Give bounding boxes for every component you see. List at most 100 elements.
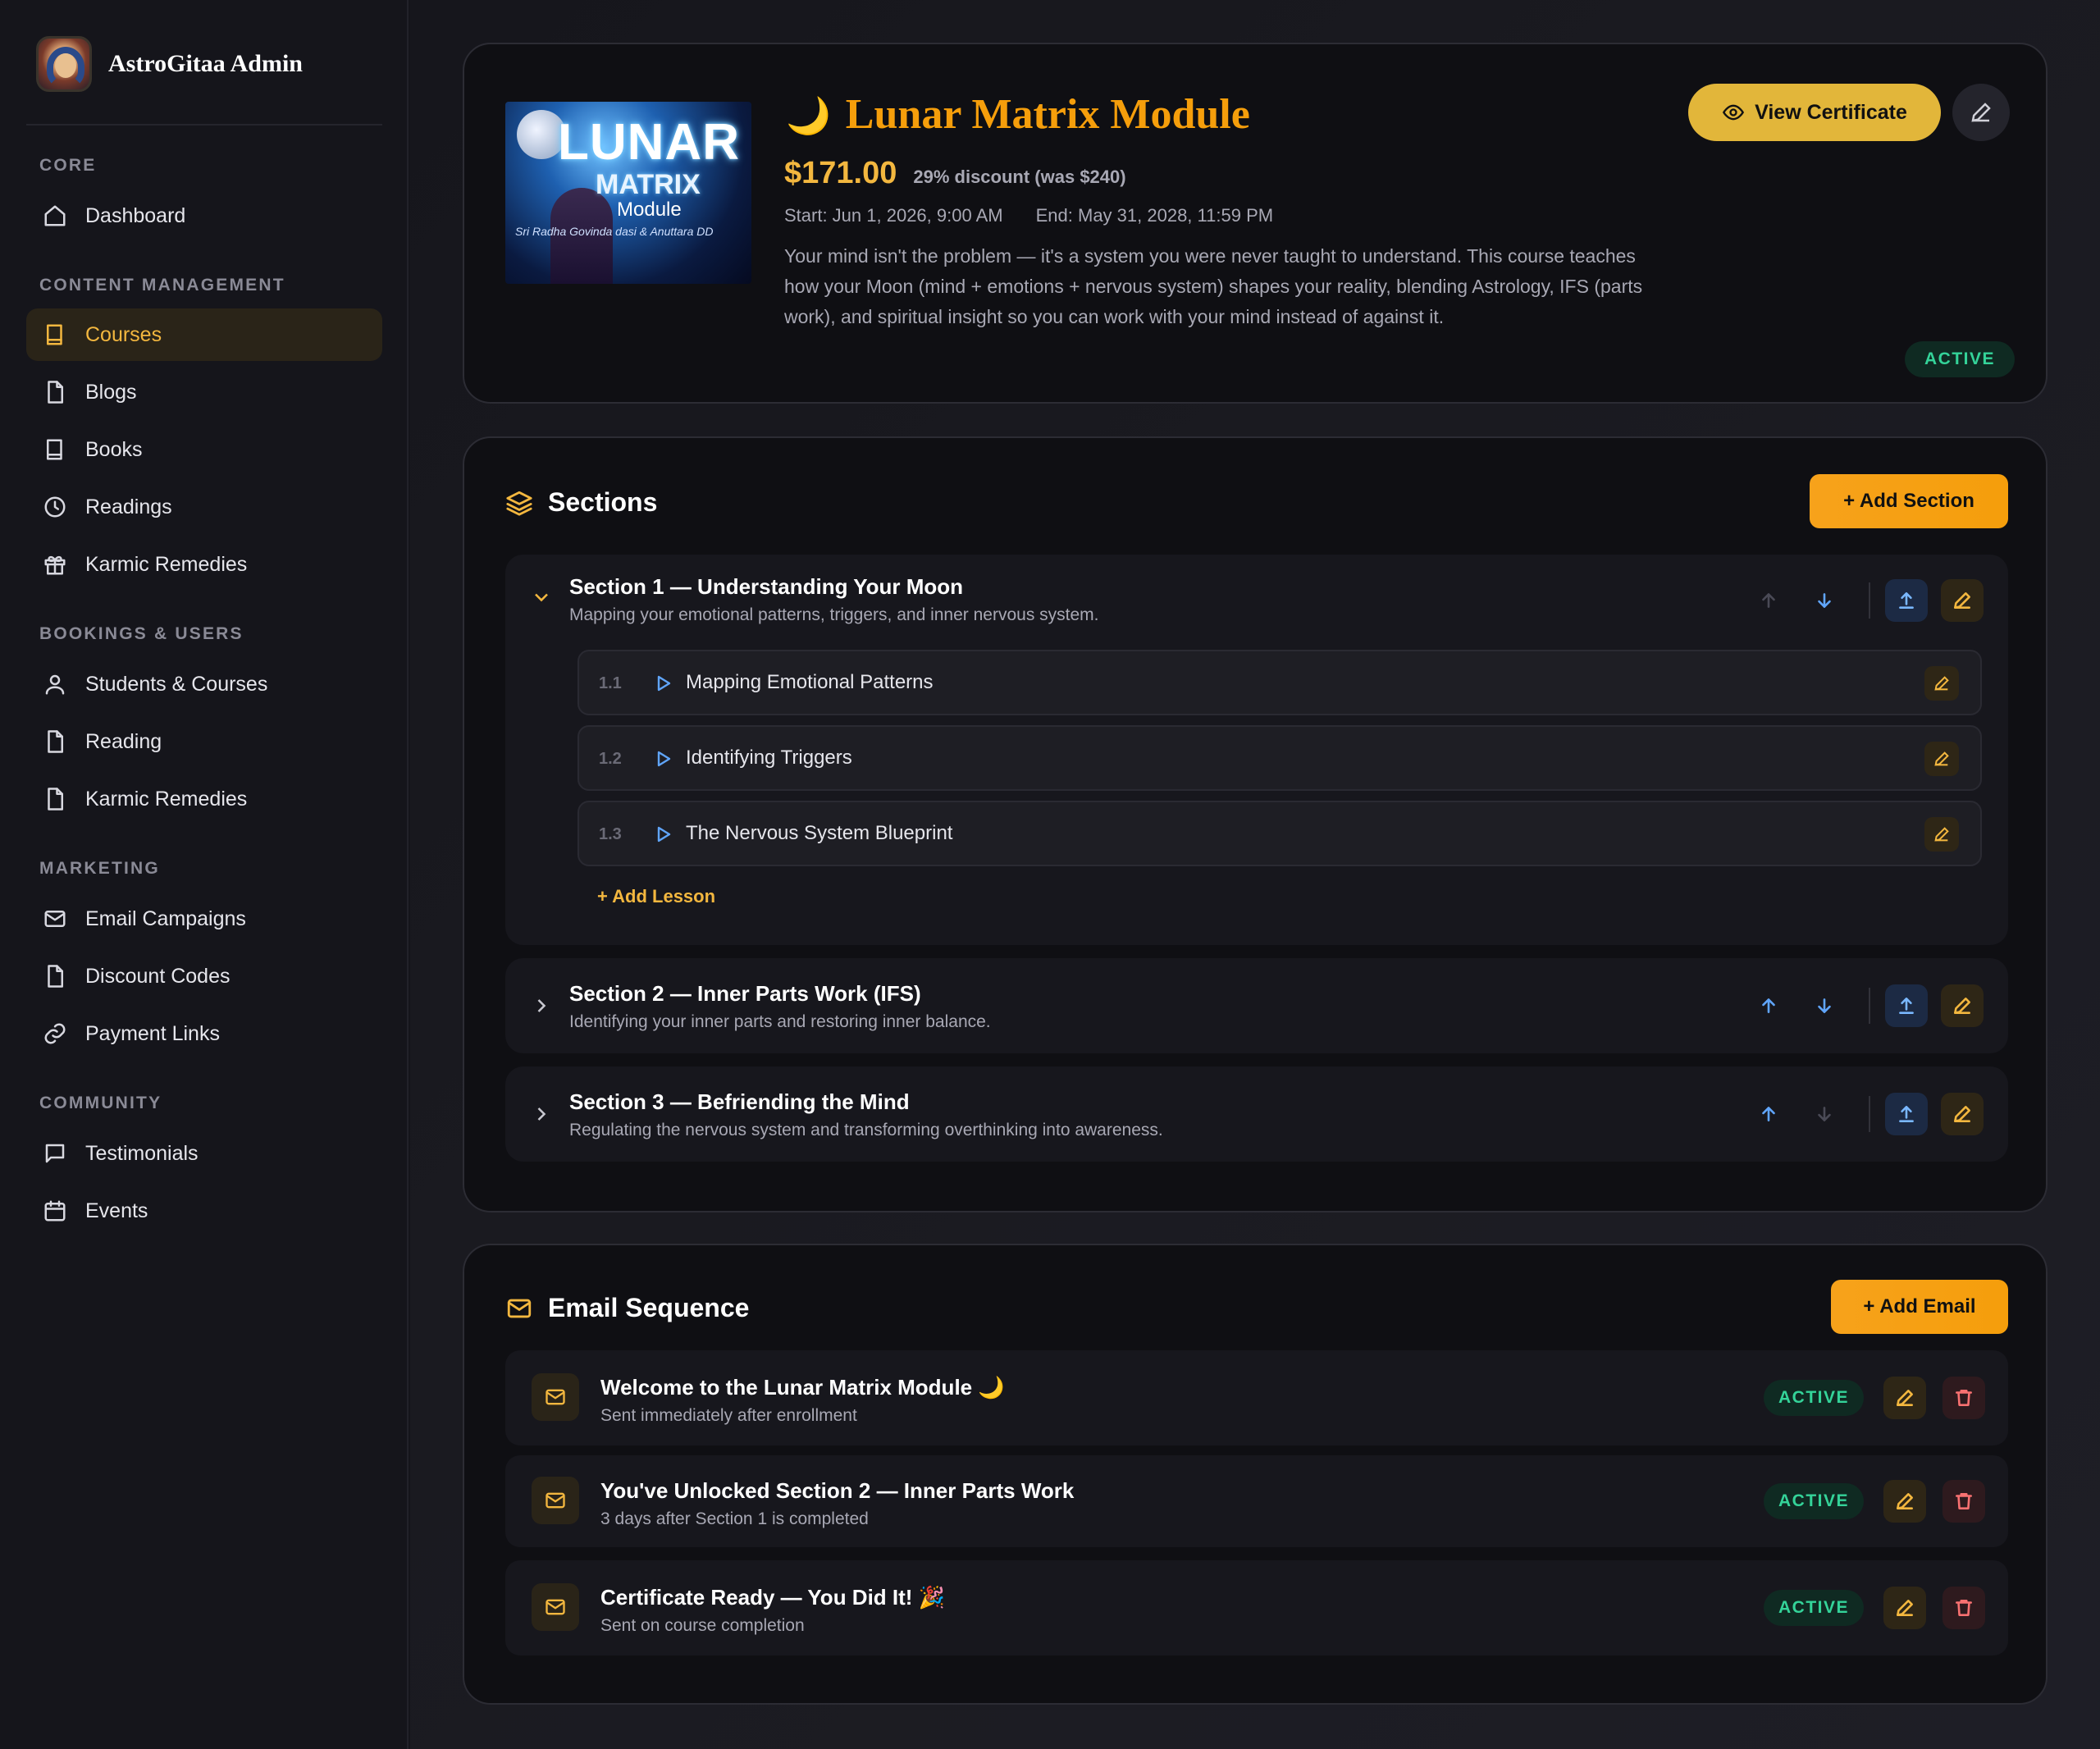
sidebar-item-students-courses[interactable]: Students & Courses: [26, 658, 382, 710]
sidebar-item-karmic-remedies[interactable]: Karmic Remedies: [26, 538, 382, 591]
trash-icon: [1956, 1390, 1972, 1406]
section-item: Section 3 — Befriending the Mind Regulat…: [505, 1066, 2008, 1162]
add-email-button[interactable]: + Add Email: [1831, 1280, 2008, 1334]
chevron-down-icon[interactable]: [530, 586, 553, 609]
edit-email-button[interactable]: [1883, 1377, 1926, 1419]
edit-email-button[interactable]: [1883, 1480, 1926, 1523]
email-sequence-header: Email Sequence: [505, 1293, 749, 1323]
upload-button[interactable]: [1885, 984, 1928, 1027]
chevron-right-icon[interactable]: [530, 1103, 553, 1126]
sidebar-item-courses[interactable]: Courses: [26, 308, 382, 361]
nav-heading-core: CORE: [39, 156, 97, 175]
moon-icon: 🌙: [786, 96, 831, 136]
pencil-icon: [1934, 751, 1949, 766]
upload-button[interactable]: [1885, 1093, 1928, 1135]
section-title[interactable]: Section 3 — Befriending the Mind: [569, 1089, 910, 1115]
sidebar-item-blogs[interactable]: Blogs: [26, 366, 382, 418]
sidebar-item-email-campaigns[interactable]: Email Campaigns: [26, 893, 382, 945]
edit-section-button[interactable]: [1941, 579, 1984, 622]
user-icon: [45, 674, 65, 695]
email-subtitle: Sent on course completion: [600, 1616, 805, 1635]
arrow-down-icon: [1818, 1107, 1831, 1121]
arrow-down-icon: [1818, 998, 1831, 1013]
page-title: 🌙 Lunar Matrix Module: [786, 90, 1250, 139]
book-icon: [47, 324, 62, 345]
edit-lesson-button[interactable]: [1924, 817, 1959, 852]
pencil-icon: [1954, 998, 1970, 1014]
pencil-icon: [1954, 1106, 1970, 1122]
course-thumbnail: LUNAR MATRIX Module Sri Radha Govinda da…: [505, 102, 751, 284]
divider: [1869, 988, 1870, 1024]
move-down-button[interactable]: [1803, 579, 1846, 622]
sidebar-item-events[interactable]: Events: [26, 1185, 382, 1237]
move-up-button[interactable]: [1747, 579, 1790, 622]
lesson-number: 1.2: [599, 750, 622, 768]
sidebar-item-label: Books: [85, 437, 143, 461]
edit-course-button[interactable]: [1952, 84, 2010, 141]
nav-heading-content: CONTENT MANAGEMENT: [39, 276, 285, 295]
course-price: $171.00: [784, 156, 897, 190]
sidebar: AstroGitaa Admin CORE Dashboard CONTENT …: [0, 0, 409, 1749]
edit-section-button[interactable]: [1941, 1093, 1984, 1135]
email-subtitle: 3 days after Section 1 is completed: [600, 1509, 869, 1528]
section-subtitle: Regulating the nervous system and transf…: [569, 1121, 1163, 1139]
calendar-icon: [44, 1200, 66, 1222]
delete-email-button[interactable]: [1942, 1377, 1985, 1419]
course-start: Start: Jun 1, 2026, 9:00 AM: [784, 205, 1003, 226]
thumbnail-title: LUNAR: [558, 114, 740, 171]
lesson-item[interactable]: 1.2 Identifying Triggers: [578, 725, 1982, 791]
move-down-button[interactable]: [1803, 984, 1846, 1027]
move-down-button[interactable]: [1803, 1093, 1846, 1135]
status-badge: ACTIVE: [1905, 341, 2015, 377]
sidebar-item-dashboard[interactable]: Dashboard: [26, 190, 382, 242]
section-title[interactable]: Section 2 — Inner Parts Work (IFS): [569, 981, 921, 1007]
add-lesson-link[interactable]: + Add Lesson: [597, 886, 715, 907]
edit-lesson-button[interactable]: [1924, 742, 1959, 776]
divider: [1869, 582, 1870, 619]
move-up-button[interactable]: [1747, 984, 1790, 1027]
status-badge: ACTIVE: [1764, 1590, 1864, 1626]
sidebar-item-label: Karmic Remedies: [85, 787, 248, 811]
view-certificate-button[interactable]: View Certificate: [1688, 84, 1941, 141]
email-item[interactable]: You've Unlocked Section 2 — Inner Parts …: [505, 1455, 2008, 1547]
trash-icon: [1956, 1600, 1972, 1616]
lesson-item[interactable]: 1.3 The Nervous System Blueprint: [578, 801, 1982, 866]
lesson-item[interactable]: 1.1 Mapping Emotional Patterns: [578, 650, 1982, 715]
mail-icon: [532, 1583, 579, 1631]
brand[interactable]: AstroGitaa Admin: [36, 36, 303, 92]
delete-email-button[interactable]: [1942, 1587, 1985, 1629]
email-item[interactable]: Welcome to the Lunar Matrix Module 🌙 Sen…: [505, 1350, 2008, 1445]
chevron-right-icon[interactable]: [530, 994, 553, 1017]
edit-email-button[interactable]: [1883, 1587, 1926, 1629]
edit-section-button[interactable]: [1941, 984, 1984, 1027]
section-title[interactable]: Section 1 — Understanding Your Moon: [569, 574, 963, 600]
course-end: End: May 31, 2028, 11:59 PM: [1035, 205, 1274, 226]
upload-button[interactable]: [1885, 579, 1928, 622]
sidebar-item-label: Students & Courses: [85, 672, 268, 696]
add-section-button[interactable]: + Add Section: [1810, 474, 2008, 528]
brand-logo: [36, 36, 92, 92]
pencil-icon: [1954, 592, 1970, 609]
sidebar-item-readings[interactable]: Readings: [26, 481, 382, 533]
pencil-icon: [1971, 103, 1991, 122]
sidebar-item-discount-codes[interactable]: Discount Codes: [26, 950, 382, 1002]
sidebar-item-label: Events: [85, 1199, 148, 1222]
email-subtitle: Sent immediately after enrollment: [600, 1406, 857, 1425]
sidebar-item-books[interactable]: Books: [26, 423, 382, 476]
edit-lesson-button[interactable]: [1924, 666, 1959, 701]
gift-icon: [44, 555, 66, 575]
mail-icon: [44, 911, 66, 927]
sidebar-item-label: Karmic Remedies: [85, 552, 248, 576]
sidebar-item-karmic-remedies-bookings[interactable]: Karmic Remedies: [26, 773, 382, 825]
email-item[interactable]: Certificate Ready — You Did It! 🎉 Sent o…: [505, 1560, 2008, 1655]
sidebar-item-testimonials[interactable]: Testimonials: [26, 1127, 382, 1180]
sidebar-item-label: Blogs: [85, 380, 137, 404]
sidebar-item-payment-links[interactable]: Payment Links: [26, 1007, 382, 1060]
course-discount: 29% discount (was $240): [913, 167, 1126, 187]
sidebar-item-reading[interactable]: Reading: [26, 715, 382, 768]
delete-email-button[interactable]: [1942, 1480, 1985, 1523]
upload-icon: [1899, 1106, 1914, 1122]
file-icon: [48, 965, 63, 988]
move-up-button[interactable]: [1747, 1093, 1790, 1135]
lesson-number: 1.3: [599, 825, 622, 843]
